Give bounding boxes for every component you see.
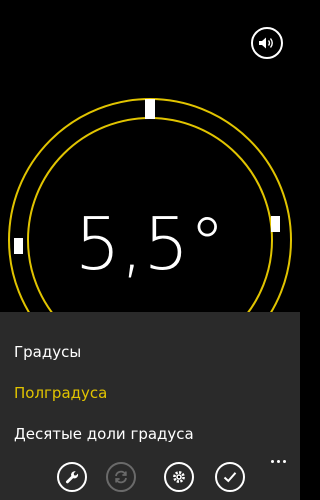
tools-button[interactable] xyxy=(57,462,87,492)
sound-button[interactable] xyxy=(251,27,283,59)
menu-item-degrees[interactable]: Градусы xyxy=(14,342,81,362)
wrench-icon xyxy=(65,471,79,484)
level-screen: 5,5° Градусы Полградуса Десятые доли гра… xyxy=(0,0,300,500)
confirm-button[interactable] xyxy=(215,462,245,492)
app-bar xyxy=(0,456,300,500)
settings-icon xyxy=(173,471,185,483)
menu-item-half-degrees[interactable]: Полградуса xyxy=(14,383,107,403)
speaker-icon xyxy=(259,37,273,49)
settings-button[interactable] xyxy=(164,462,194,492)
check-icon xyxy=(223,472,237,483)
refresh-button[interactable] xyxy=(106,462,136,492)
more-icon[interactable] xyxy=(266,456,290,466)
top-marker xyxy=(145,99,155,119)
refresh-icon xyxy=(115,470,127,484)
menu-item-tenths-degrees[interactable]: Десятые доли градуса xyxy=(14,424,194,444)
level-reading: 5,5° xyxy=(74,202,226,286)
